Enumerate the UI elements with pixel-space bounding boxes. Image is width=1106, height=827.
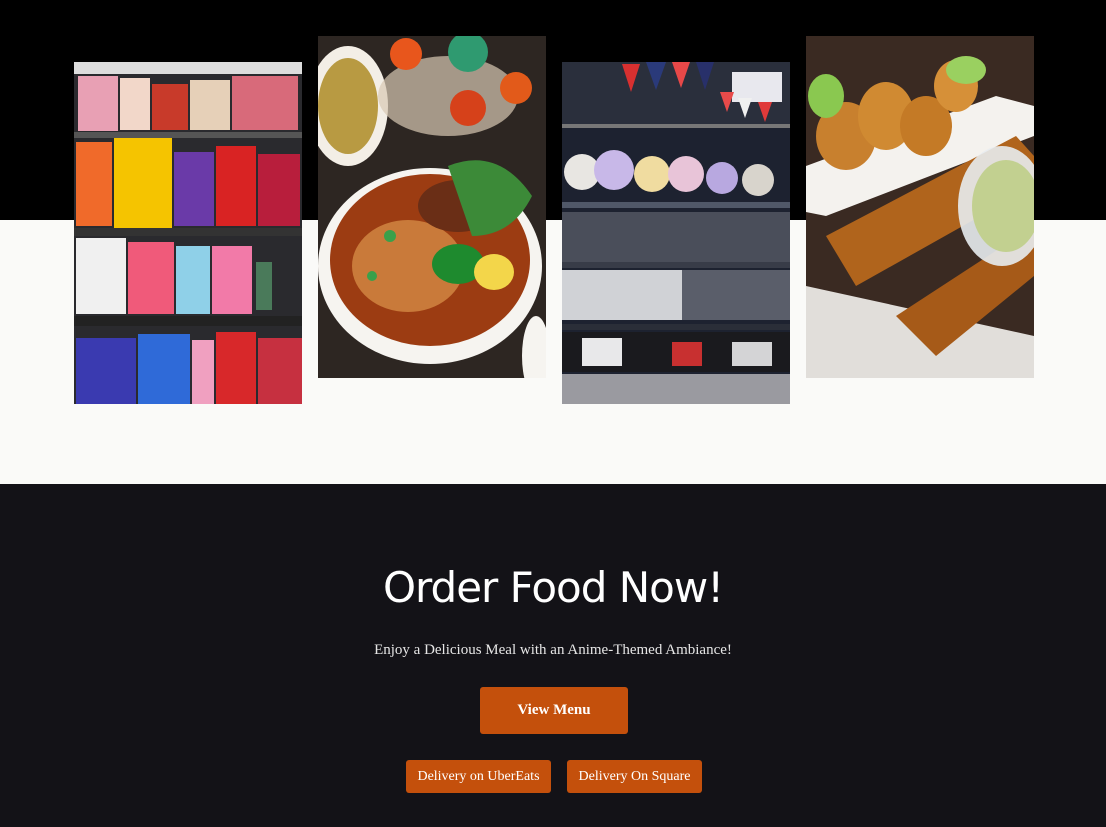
page: Order Food Now! Enjoy a Delicious Meal w…	[0, 0, 1106, 827]
merchandise-shelf-image	[562, 62, 790, 404]
order-subtitle: Enjoy a Delicious Meal with an Anime-The…	[374, 642, 732, 658]
snack-shelf-image	[74, 62, 302, 404]
pho-bowl-photo	[318, 36, 546, 378]
fried-food-photo	[806, 36, 1034, 378]
ubereats-delivery-button[interactable]: Delivery on UberEats	[406, 760, 551, 793]
order-title: Order Food Now!	[382, 563, 724, 612]
photo-gallery	[0, 0, 1106, 484]
snack-shelf-photo	[74, 62, 302, 404]
view-menu-button[interactable]: View Menu	[480, 687, 628, 734]
anime-merch-photo	[562, 62, 790, 404]
square-delivery-button[interactable]: Delivery On Square	[567, 760, 702, 793]
egg-rolls-image	[806, 36, 1034, 378]
noodle-soup-image	[318, 36, 546, 378]
order-section: Order Food Now! Enjoy a Delicious Meal w…	[0, 484, 1106, 827]
